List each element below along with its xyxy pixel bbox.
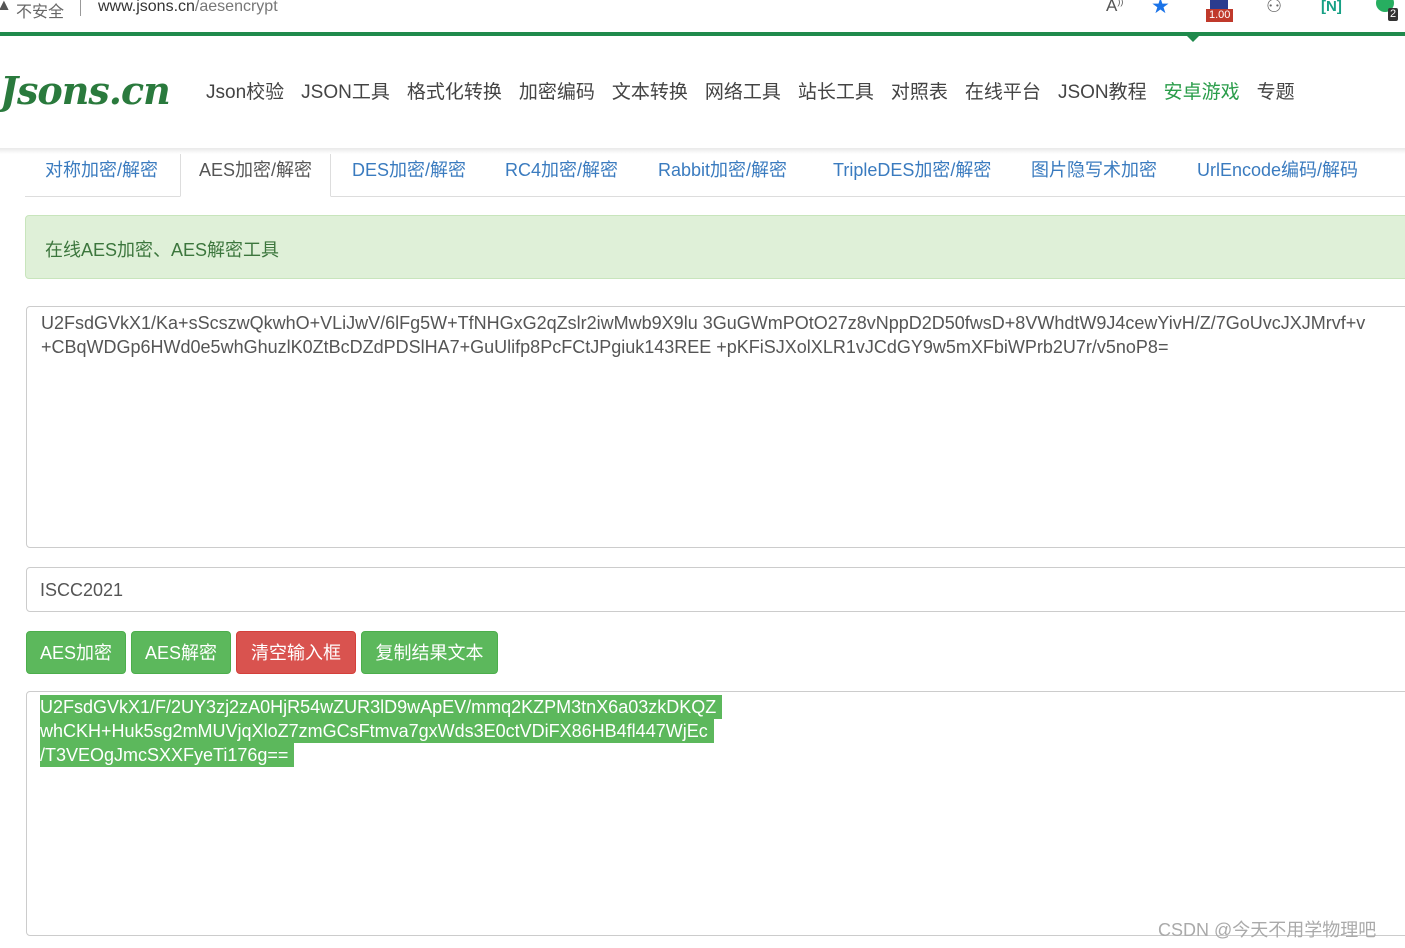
tab-item[interactable]: UrlEncode编码/解码 xyxy=(1197,154,1358,196)
read-aloud-icon[interactable]: A)) xyxy=(1106,0,1123,16)
nav-item[interactable]: 格式化转换 xyxy=(407,80,502,106)
tool-tabs: 对称加密/解密 AES加密/解密 DES加密/解密 RC4加密/解密 Rabbit加密/… xyxy=(25,154,1405,197)
nav-item[interactable]: 在线平台 xyxy=(965,80,1041,106)
clear-input-button[interactable]: 清空输入框 xyxy=(236,631,356,674)
input-text: U2FsdGVkX1/Ka+sScszwQkwhO+VLiJwV/6lFg5W+… xyxy=(41,311,1405,359)
nav-item[interactable]: 专题 xyxy=(1257,80,1295,106)
tab-item[interactable]: 图片隐写术加密 xyxy=(1031,154,1157,196)
watermark: CSDN @今天不用学物理吧 xyxy=(1158,920,1377,940)
tool-title: 在线AES加密、AES解密工具 xyxy=(45,240,280,260)
output-line: whCKH+Huk5sg2mMUVjqXloZ7zmGCsFtmva7gxWds… xyxy=(40,719,714,743)
tab-item[interactable]: 对称加密/解密 xyxy=(45,154,158,196)
input-textarea[interactable]: U2FsdGVkX1/Ka+sScszwQkwhO+VLiJwV/6lFg5W+… xyxy=(26,306,1405,548)
output-line: /T3VEOgJmcSXXFyeTi176g== xyxy=(40,743,295,767)
aes-decrypt-button[interactable]: AES解密 xyxy=(131,631,231,674)
extension-badge-icon[interactable]: 1.00 xyxy=(1206,0,1236,24)
copy-result-button[interactable]: 复制结果文本 xyxy=(361,631,498,674)
caret-indicator xyxy=(1187,36,1199,42)
output-textarea[interactable]: U2FsdGVkX1/F/2UY3zj2zA0HjR54wZUR3lD9wApE… xyxy=(26,691,1405,936)
divider xyxy=(80,0,81,16)
nav-item[interactable]: JSON工具 xyxy=(301,80,390,106)
tab-item[interactable]: DES加密/解密 xyxy=(352,154,466,196)
nav-item[interactable]: 站长工具 xyxy=(798,80,874,106)
url-path: /aesencrypt xyxy=(194,0,278,15)
nav-item[interactable]: 加密编码 xyxy=(519,80,595,106)
tab-item[interactable]: Rabbit加密/解密 xyxy=(658,154,787,196)
site-logo[interactable]: Jsons.cn xyxy=(0,68,171,113)
nav-item[interactable]: JSON教程 xyxy=(1058,80,1147,106)
url-host: www.jsons.cn xyxy=(98,0,195,15)
tab-item[interactable]: RC4加密/解密 xyxy=(505,154,618,196)
nav-item[interactable]: 安卓游戏 xyxy=(1164,80,1240,106)
nav-item[interactable]: 文本转换 xyxy=(612,80,688,106)
warning-icon: ▲ xyxy=(0,0,12,14)
tab-item[interactable]: TripleDES加密/解密 xyxy=(833,154,991,196)
nav-item[interactable]: 网络工具 xyxy=(705,80,781,106)
extension-badge-value: 1.00 xyxy=(1206,9,1234,22)
key-input[interactable]: ISCC2021 xyxy=(26,567,1405,612)
insecure-label: 不安全 xyxy=(16,4,65,21)
address-bar[interactable]: ▲ 不安全 www.jsons.cn/aesencrypt A)) ★ 1.00… xyxy=(0,0,1405,32)
tool-title-alert: 在线AES加密、AES解密工具 xyxy=(25,215,1405,279)
url-text[interactable]: www.jsons.cn/aesencrypt xyxy=(98,0,278,16)
main-nav: Json校验 JSON工具 格式化转换 加密编码 文本转换 网络工具 站长工具 对照表 在线平台… xyxy=(206,80,1312,106)
n-extension-icon[interactable]: [N] xyxy=(1321,0,1342,15)
input-line: U2FsdGVkX1/Ka+sScszwQkwhO+VLiJwV/6lFg5W+… xyxy=(41,313,1366,333)
output-line: U2FsdGVkX1/F/2UY3zj2zA0HjR54wZUR3lD9wApE… xyxy=(40,695,723,719)
selected-output-text: U2FsdGVkX1/F/2UY3zj2zA0HjR54wZUR3lD9wApE… xyxy=(40,695,723,767)
tab-item[interactable]: AES加密/解密 xyxy=(180,154,332,197)
nav-item[interactable]: Json校验 xyxy=(206,80,284,106)
key-value: ISCC2021 xyxy=(40,580,124,600)
aes-encrypt-button[interactable]: AES加密 xyxy=(26,631,126,674)
nav-item[interactable]: 对照表 xyxy=(891,80,948,106)
extension-icon[interactable]: ⚇ xyxy=(1266,0,1282,17)
star-icon[interactable]: ★ xyxy=(1151,0,1170,19)
input-line: +CBqWDGp6HWd0e5whGhuzlK0ZtBcDZdPDSlHA7+G… xyxy=(41,337,1169,357)
shield-count: 2 xyxy=(1388,8,1399,21)
